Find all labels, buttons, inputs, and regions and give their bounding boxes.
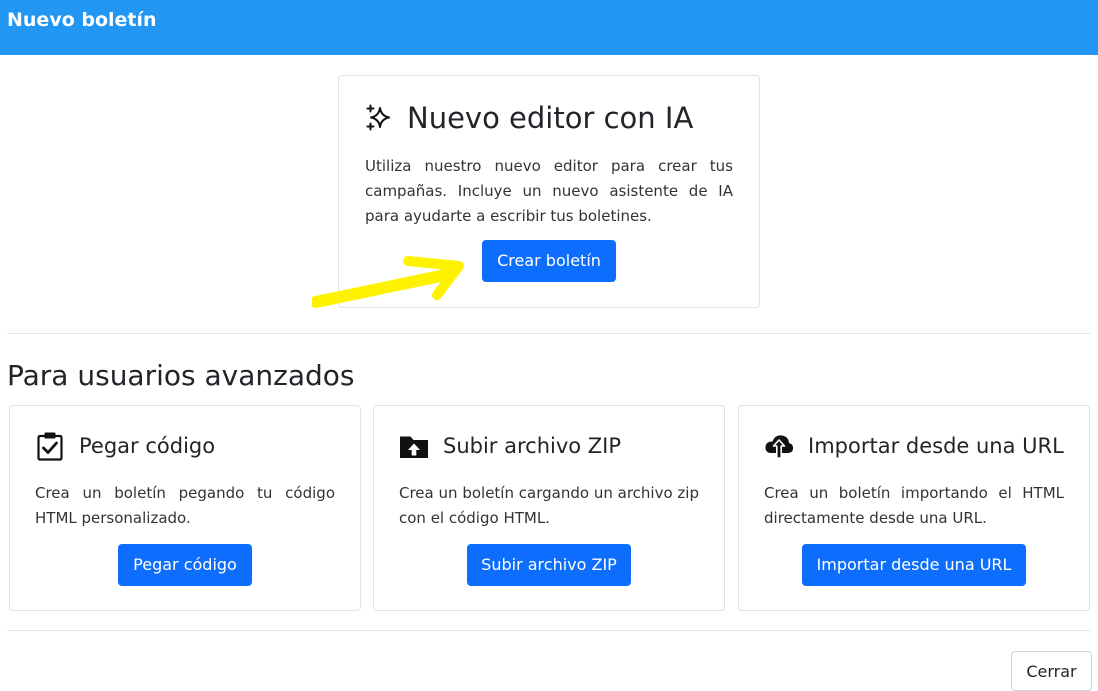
- ai-editor-title-row: Nuevo editor con IA: [365, 98, 693, 138]
- create-newsletter-button[interactable]: Crear boletín: [482, 240, 616, 282]
- paste-code-button[interactable]: Pegar código: [118, 544, 252, 586]
- modal-title: Nuevo boletín: [7, 9, 157, 31]
- yellow-arrow-icon: [312, 256, 464, 308]
- paste-code-title-row: Pegar código: [35, 431, 215, 461]
- upload-zip-button[interactable]: Subir archivo ZIP: [467, 544, 631, 586]
- ai-editor-description: Utiliza nuestro nuevo editor para crear …: [365, 157, 733, 225]
- upload-zip-title-row: Subir archivo ZIP: [399, 431, 621, 461]
- import-url-title: Importar desde una URL: [808, 434, 1064, 458]
- section-divider: [7, 333, 1091, 334]
- advanced-section-title: Para usuarios avanzados: [7, 359, 355, 392]
- close-button[interactable]: Cerrar: [1011, 651, 1092, 691]
- import-url-button[interactable]: Importar desde una URL: [802, 544, 1026, 586]
- paste-code-description: Crea un boletín pegando tu código HTML p…: [35, 484, 335, 527]
- folder-upload-icon: [399, 431, 429, 461]
- upload-zip-description: Crea un boletín cargando un archivo zip …: [399, 484, 699, 527]
- import-url-title-row: Importar desde una URL: [764, 431, 1064, 461]
- modal-header: Nuevo boletín: [0, 0, 1098, 55]
- paste-code-title: Pegar código: [79, 434, 216, 458]
- upload-zip-title: Subir archivo ZIP: [443, 434, 622, 458]
- footer-divider: [7, 630, 1091, 631]
- cloud-upload-icon: [764, 431, 794, 461]
- sparkles-icon: [365, 104, 393, 132]
- clipboard-check-icon: [35, 431, 65, 461]
- upload-zip-card: Subir archivo ZIP Crea un boletín cargan…: [373, 405, 725, 611]
- ai-editor-title: Nuevo editor con IA: [407, 101, 694, 135]
- paste-code-card: Pegar código Crea un boletín pegando tu …: [9, 405, 361, 611]
- import-url-card: Importar desde una URL Crea un boletín i…: [738, 405, 1090, 611]
- import-url-description: Crea un boletín importando el HTML direc…: [764, 484, 1064, 527]
